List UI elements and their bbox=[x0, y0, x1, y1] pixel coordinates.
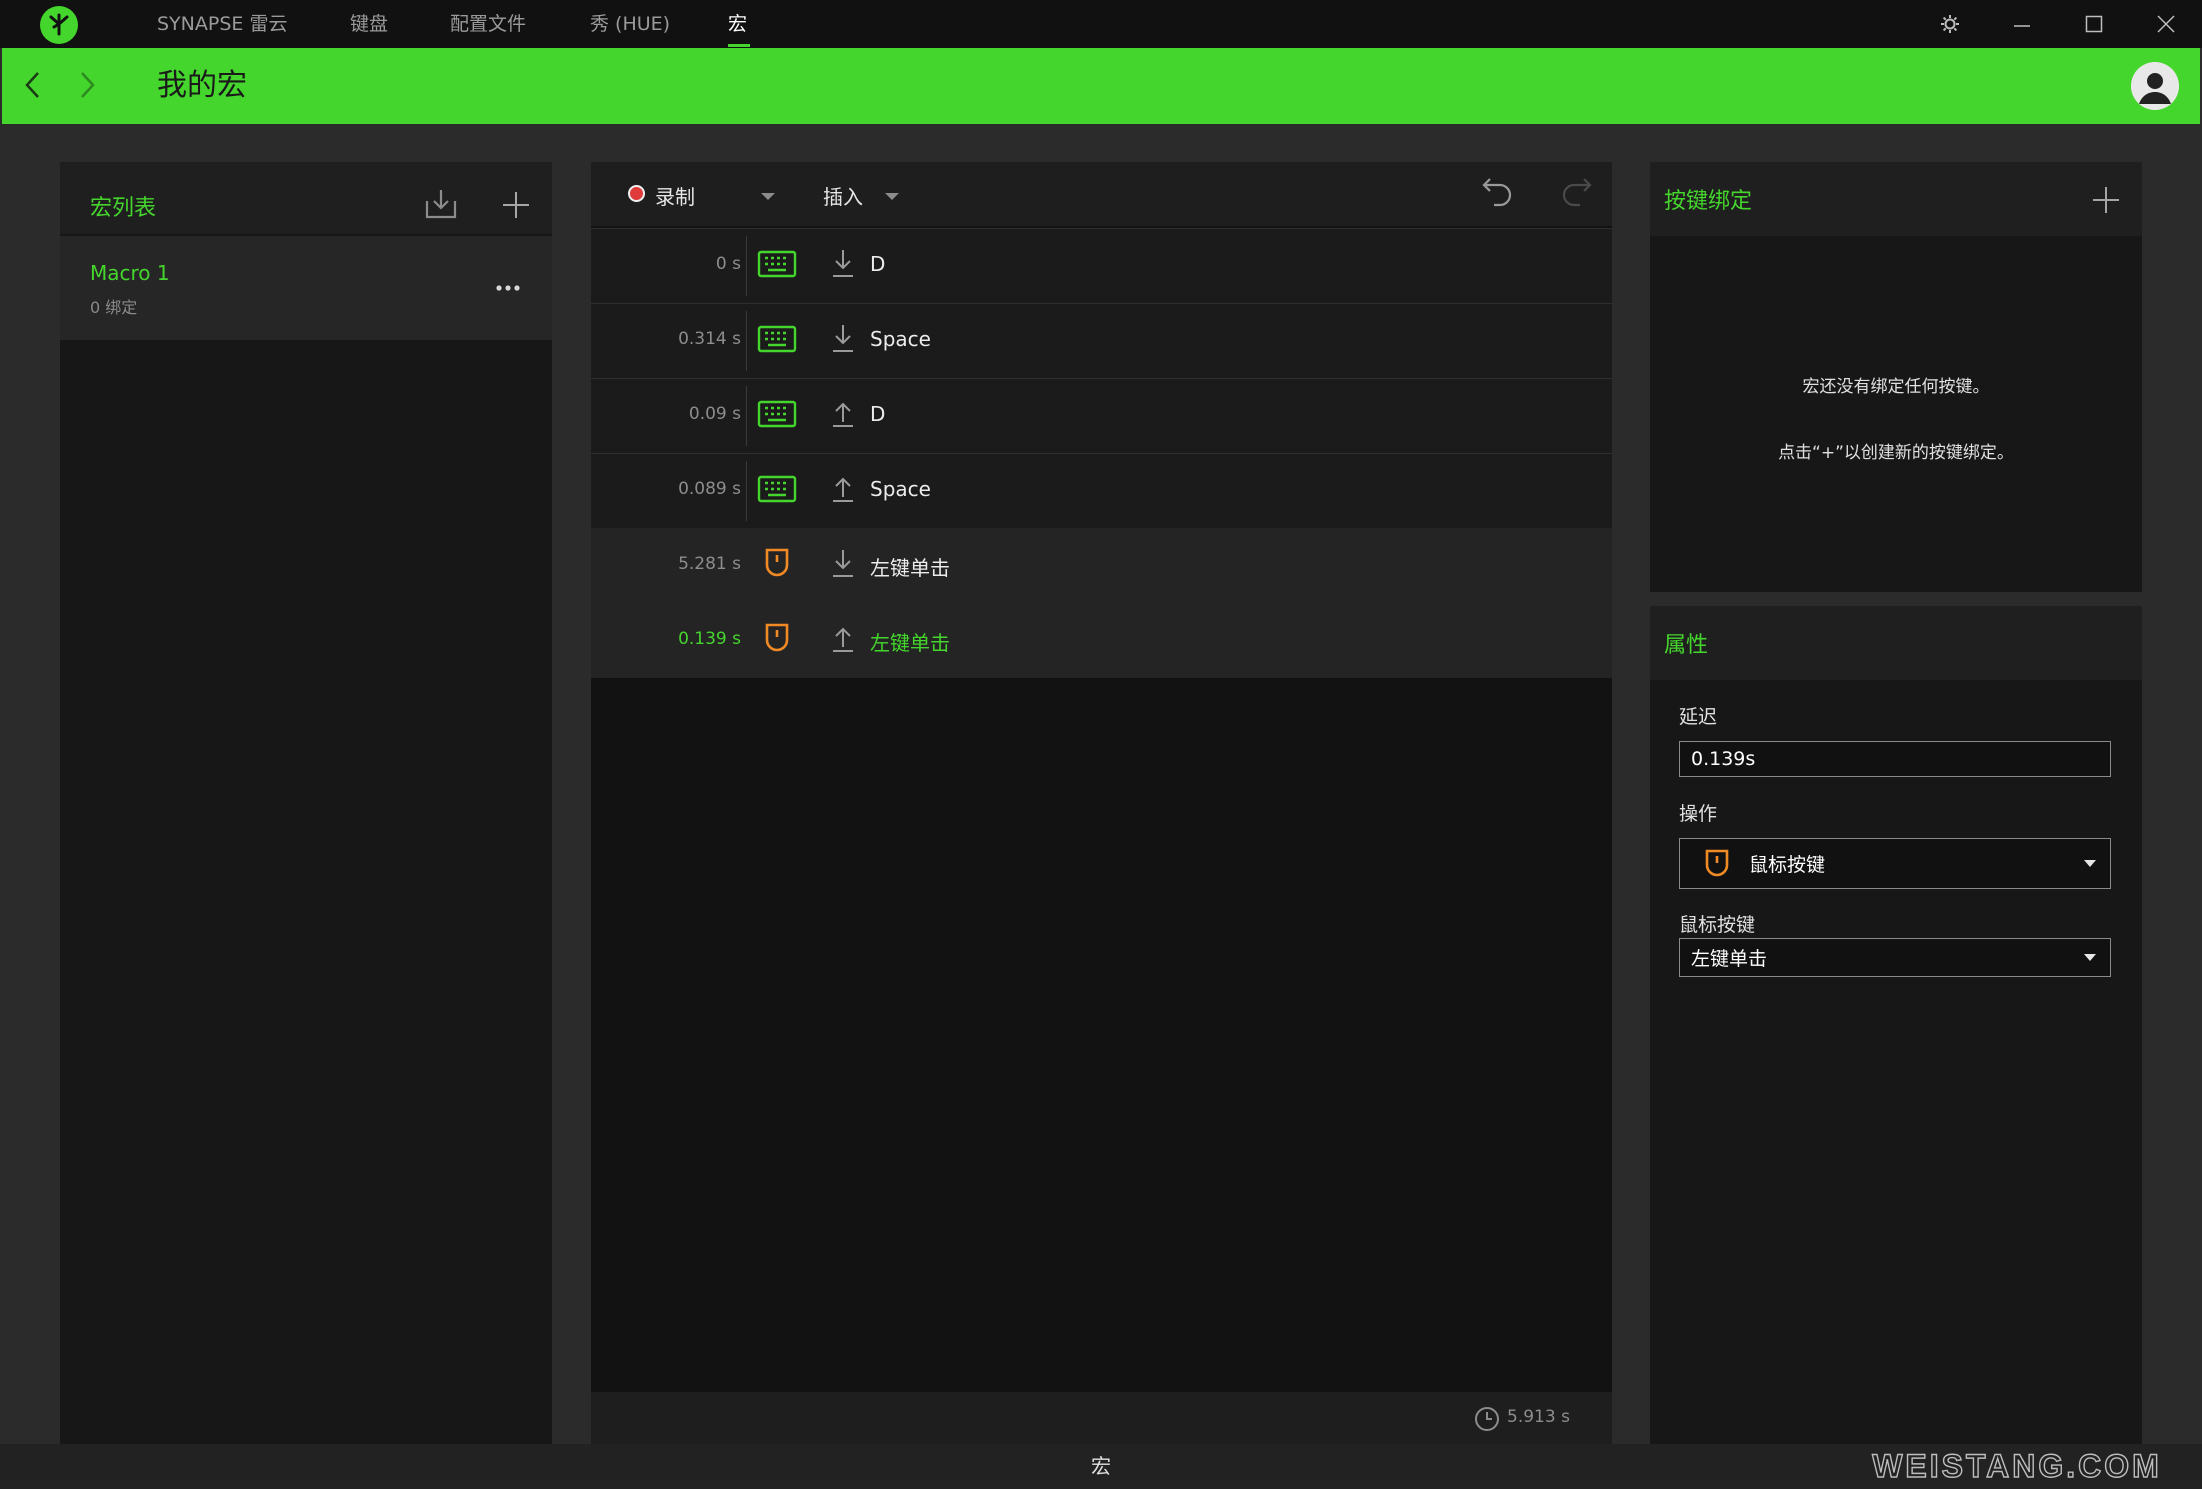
editor-toolbar bbox=[591, 162, 1612, 226]
insert-button[interactable]: 插入 bbox=[823, 181, 863, 210]
no-binding-message: 宏还没有绑定任何按键。 bbox=[1802, 377, 1990, 397]
event-delay: 0.139 s bbox=[678, 629, 741, 649]
razer-logo-icon[interactable] bbox=[40, 6, 78, 44]
key-up-icon bbox=[830, 396, 856, 430]
undo-icon[interactable] bbox=[1480, 172, 1516, 208]
forward-arrow-icon[interactable] bbox=[68, 62, 108, 108]
create-binding-hint: 点击“+”以创建新的按键绑定。 bbox=[1778, 443, 2014, 463]
macro-binding-count: 0 绑定 bbox=[90, 298, 138, 317]
properties-header bbox=[1650, 606, 2142, 680]
delay-input-value: 0.139s bbox=[1691, 748, 1756, 770]
properties-title: 属性 bbox=[1664, 633, 1709, 658]
record-button[interactable]: 录制 bbox=[655, 181, 695, 210]
insert-dropdown-icon[interactable] bbox=[882, 188, 902, 202]
maximize-icon[interactable] bbox=[2066, 0, 2122, 48]
user-avatar-icon[interactable] bbox=[2131, 62, 2179, 110]
macro-event-row[interactable] bbox=[591, 453, 1612, 528]
mouse-button-select-value: 左键单击 bbox=[1691, 948, 1768, 970]
record-dot-icon[interactable] bbox=[628, 185, 645, 202]
macro-event-row[interactable] bbox=[591, 603, 1612, 678]
row-divider bbox=[746, 461, 747, 521]
tab-macro[interactable]: 宏 bbox=[728, 0, 747, 48]
key-down-icon bbox=[830, 246, 856, 280]
mouse-button-label: 鼠标按键 bbox=[1679, 914, 1756, 936]
key-binding-title: 按键绑定 bbox=[1664, 189, 1753, 214]
operation-label: 操作 bbox=[1679, 803, 1718, 825]
keyboard-icon bbox=[756, 393, 798, 435]
settings-gear-icon[interactable] bbox=[1922, 0, 1978, 48]
svg-text:WEISTANG.COM: WEISTANG.COM bbox=[1872, 1448, 2162, 1484]
mouse-button-select[interactable]: 左键单击 bbox=[1679, 938, 2111, 977]
tab-profiles[interactable]: 配置文件 bbox=[450, 0, 526, 48]
mouse-icon bbox=[1703, 847, 1731, 881]
macro-event-row[interactable] bbox=[591, 378, 1612, 453]
add-macro-icon[interactable] bbox=[500, 189, 532, 221]
page-header bbox=[2, 48, 2200, 124]
event-delay: 5.281 s bbox=[678, 554, 741, 574]
delay-input[interactable]: 0.139s bbox=[1679, 741, 2111, 777]
active-tab-indicator bbox=[728, 44, 750, 47]
macro-event-row[interactable] bbox=[591, 528, 1612, 603]
row-divider bbox=[746, 311, 747, 371]
mouse-icon bbox=[756, 543, 798, 585]
properties-panel bbox=[1650, 606, 2142, 1444]
minimize-icon[interactable] bbox=[1994, 0, 2050, 48]
macro-list-title: 宏列表 bbox=[90, 196, 157, 221]
keyboard-icon bbox=[756, 468, 798, 510]
macro-event-row[interactable] bbox=[591, 303, 1612, 378]
key-up-icon bbox=[830, 471, 856, 505]
event-delay: 0.089 s bbox=[678, 479, 741, 499]
macro-list-panel bbox=[60, 162, 552, 1444]
chevron-down-icon bbox=[2084, 953, 2096, 961]
event-key: Space bbox=[870, 477, 931, 501]
watermark-logo: WEISTANG.COM bbox=[1871, 1447, 2162, 1484]
close-icon[interactable] bbox=[2138, 0, 2194, 48]
record-dropdown-icon[interactable] bbox=[758, 188, 778, 202]
mouse-icon bbox=[756, 618, 798, 660]
event-key: 左键单击 bbox=[870, 556, 950, 580]
keyboard-icon bbox=[756, 243, 798, 285]
event-delay: 0.09 s bbox=[688, 404, 741, 424]
tab-synapse[interactable]: SYNAPSE 雷云 bbox=[157, 0, 287, 48]
more-options-icon[interactable] bbox=[494, 274, 522, 302]
page-title: 我的宏 bbox=[157, 68, 247, 103]
macro-list-item[interactable] bbox=[60, 236, 552, 340]
event-delay: 0 s bbox=[715, 254, 741, 274]
event-key: D bbox=[870, 402, 886, 426]
delay-label: 延迟 bbox=[1679, 706, 1718, 728]
event-key: Space bbox=[870, 327, 931, 351]
total-duration: 5.913 s bbox=[1507, 1407, 1570, 1427]
macro-name: Macro 1 bbox=[90, 261, 170, 285]
key-down-icon bbox=[830, 321, 856, 355]
key-down-icon bbox=[830, 546, 856, 580]
back-arrow-icon[interactable] bbox=[12, 62, 52, 108]
chevron-down-icon bbox=[2084, 859, 2096, 867]
row-divider bbox=[746, 386, 747, 446]
import-icon[interactable] bbox=[424, 187, 458, 221]
macro-event-row[interactable] bbox=[591, 228, 1612, 303]
editor-footer bbox=[591, 1392, 1612, 1444]
title-bar bbox=[0, 0, 2202, 48]
event-key: 左键单击 bbox=[870, 631, 950, 655]
operation-select-value: 鼠标按键 bbox=[1749, 854, 1826, 876]
tab-keyboard[interactable]: 键盘 bbox=[350, 0, 388, 48]
key-up-icon bbox=[830, 621, 856, 655]
event-key: D bbox=[870, 252, 886, 276]
tab-hue[interactable]: 秀 (HUE) bbox=[590, 0, 670, 48]
keyboard-icon bbox=[756, 318, 798, 360]
event-delay: 0.314 s bbox=[678, 329, 741, 349]
clock-icon bbox=[1474, 1406, 1500, 1432]
add-binding-icon[interactable] bbox=[2090, 184, 2122, 216]
operation-select[interactable]: 鼠标按键 bbox=[1679, 838, 2111, 889]
row-divider bbox=[746, 236, 747, 296]
redo-icon[interactable] bbox=[1558, 172, 1594, 208]
